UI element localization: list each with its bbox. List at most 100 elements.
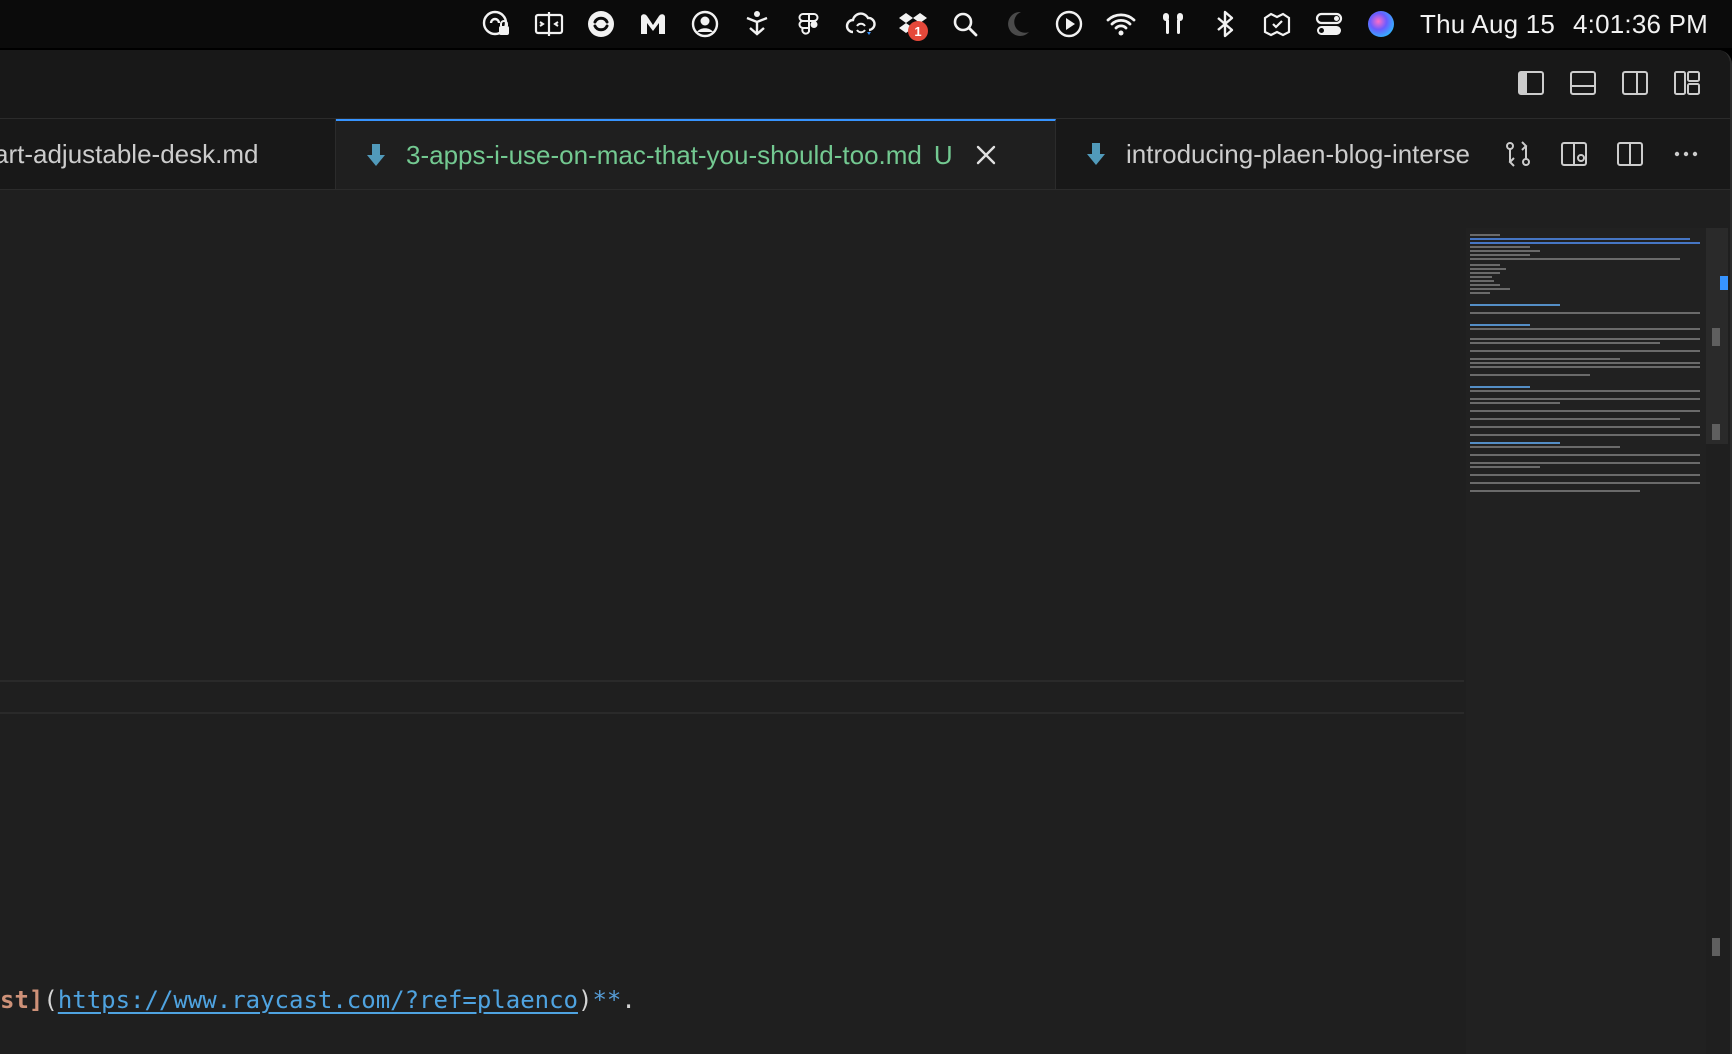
markdown-file-icon	[1087, 143, 1105, 165]
minimap-line	[1470, 292, 1490, 294]
menubar-date[interactable]: Thu Aug 15	[1420, 9, 1555, 40]
airpods-icon[interactable]	[1154, 5, 1192, 43]
tab-bar: art-adjustable-desk.md 3-apps-i-use-on-m…	[0, 119, 1730, 190]
customize-layout-icon[interactable]	[1672, 68, 1702, 98]
minimap-line	[1470, 304, 1560, 306]
more-actions-icon[interactable]	[1670, 138, 1702, 170]
open-paren: (	[43, 986, 58, 1014]
malwarebytes-icon[interactable]	[634, 5, 672, 43]
split-view-icon[interactable]	[530, 5, 568, 43]
minimap-line	[1470, 362, 1700, 364]
minimap-line	[1470, 434, 1700, 436]
editor-actions	[1488, 119, 1702, 189]
tab-label: introducing-plaen-blog-interse	[1126, 138, 1470, 169]
section-divider	[0, 712, 1464, 714]
minimap-line	[1470, 272, 1500, 274]
sync-icon[interactable]	[582, 5, 620, 43]
minimap-line	[1470, 454, 1700, 456]
modified-indicator: U	[933, 139, 953, 170]
minimap-line	[1470, 398, 1700, 400]
cloud-sync-icon[interactable]	[842, 5, 880, 43]
minimap[interactable]	[1466, 228, 1706, 1054]
code-line[interactable]: st](https://www.raycast.com/?ref=plaenco…	[0, 986, 636, 1014]
status-tray: 1	[478, 5, 1400, 43]
wifi-icon[interactable]	[1102, 5, 1140, 43]
open-preview-icon[interactable]	[1558, 138, 1590, 170]
minimap-line	[1470, 390, 1700, 392]
tab-label: 3-apps-i-use-on-mac-that-you-should-too.…	[406, 139, 922, 170]
menu-bar: 1 Thu Aug 15 4:01:36 PM	[0, 0, 1732, 48]
scroll-marker	[1712, 328, 1720, 346]
minimap-line	[1470, 446, 1620, 448]
vertical-scrollbar[interactable]	[1706, 228, 1728, 1054]
minimap-line	[1470, 328, 1700, 330]
search-icon[interactable]	[946, 5, 984, 43]
tab-label: art-adjustable-desk.md	[0, 138, 259, 169]
toggle-secondary-sidebar-icon[interactable]	[1620, 68, 1650, 98]
toggle-primary-sidebar-icon[interactable]	[1516, 68, 1546, 98]
tab-art-adjustable-desk[interactable]: art-adjustable-desk.md	[0, 119, 336, 189]
user-circle-icon[interactable]	[686, 5, 724, 43]
minimap-line	[1470, 238, 1690, 240]
minimap-line	[1470, 462, 1700, 464]
minimap-line	[1470, 442, 1560, 444]
minimap-line	[1470, 258, 1680, 260]
minimap-line	[1470, 254, 1530, 256]
minimap-line	[1470, 338, 1700, 340]
toggle-panel-icon[interactable]	[1568, 68, 1598, 98]
period: .	[621, 986, 636, 1014]
minimap-line	[1470, 482, 1700, 484]
raycast-link[interactable]: https://www.raycast.com/?ref=plaenco	[58, 986, 578, 1014]
layout-controls	[1516, 68, 1702, 98]
minimap-line	[1470, 288, 1510, 290]
minimap-line	[1470, 490, 1640, 492]
drone-icon[interactable]	[738, 5, 776, 43]
minimap-line	[1470, 280, 1494, 282]
open-changes-icon[interactable]	[1502, 138, 1534, 170]
minimap-line	[1470, 374, 1590, 376]
title-bar	[0, 50, 1730, 119]
sparkle-folder-icon[interactable]	[1258, 5, 1296, 43]
close-tab-icon[interactable]	[973, 142, 999, 168]
minimap-line	[1470, 242, 1700, 244]
menubar-time[interactable]: 4:01:36 PM	[1573, 9, 1708, 40]
moon-icon[interactable]	[998, 5, 1036, 43]
minimap-line	[1470, 234, 1500, 236]
tab-3-apps-active[interactable]: 3-apps-i-use-on-mac-that-you-should-too.…	[336, 119, 1056, 189]
minimap-line	[1470, 284, 1500, 286]
minimap-line	[1470, 350, 1700, 352]
scroll-marker	[1712, 938, 1720, 956]
minimap-line	[1470, 366, 1700, 368]
control-center-icon[interactable]	[1310, 5, 1348, 43]
minimap-line	[1470, 358, 1620, 360]
minimap-line	[1470, 402, 1560, 404]
bold-marker: **	[592, 986, 622, 1014]
tab-introducing-plaen-blog[interactable]: introducing-plaen-blog-interse	[1058, 119, 1500, 189]
split-editor-icon[interactable]	[1614, 138, 1646, 170]
minimap-line	[1470, 250, 1540, 252]
bluetooth-icon[interactable]	[1206, 5, 1244, 43]
editor-window: art-adjustable-desk.md 3-apps-i-use-on-m…	[0, 50, 1732, 1054]
minimap-line	[1470, 268, 1506, 270]
dropbox-icon[interactable]: 1	[894, 5, 932, 43]
minimap-line	[1470, 342, 1660, 344]
minimap-line	[1470, 246, 1530, 248]
editor-content[interactable]: st](https://www.raycast.com/?ref=plaenco…	[0, 190, 1464, 1054]
siri-icon[interactable]	[1362, 5, 1400, 43]
notification-badge: 1	[908, 21, 929, 41]
minimap-line	[1470, 264, 1500, 266]
minimap-line	[1470, 466, 1540, 468]
minimap-line	[1470, 276, 1492, 278]
minimap-line	[1470, 474, 1700, 476]
markdown-file-icon	[367, 144, 385, 166]
figma-icon[interactable]	[790, 5, 828, 43]
minimap-line	[1470, 386, 1530, 388]
password-lock-icon[interactable]	[478, 5, 516, 43]
link-text-end: st]	[0, 986, 44, 1014]
scroll-marker-selection	[1720, 276, 1728, 290]
minimap-line	[1470, 426, 1700, 428]
minimap-line	[1470, 324, 1530, 326]
play-icon[interactable]	[1050, 5, 1088, 43]
minimap-line	[1470, 410, 1700, 412]
close-paren: )	[577, 986, 593, 1014]
